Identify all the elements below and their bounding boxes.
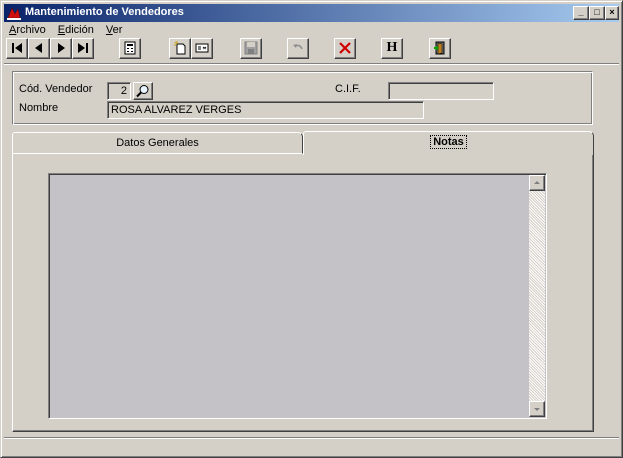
first-record-icon [12, 43, 22, 53]
first-record-button[interactable] [6, 38, 28, 59]
menu-ver[interactable]: Ver [102, 23, 128, 37]
scroll-up-button[interactable] [529, 175, 545, 191]
title-bar[interactable]: Mantenimiento de Vendedores _ □ × [4, 4, 619, 22]
cif-field[interactable] [388, 82, 494, 100]
edit-record-icon [195, 43, 209, 53]
save-icon [244, 41, 258, 55]
next-record-icon [58, 43, 65, 53]
bottom-separator [4, 437, 619, 439]
undo-icon [293, 44, 303, 50]
nombre-field[interactable]: ROSA ALVAREZ VERGES [107, 101, 424, 119]
new-record-button[interactable] [169, 38, 191, 59]
menu-edicion[interactable]: Edición [54, 23, 99, 37]
cod-vendedor-field[interactable]: 2 [107, 82, 131, 100]
close-icon: × [609, 7, 615, 17]
menu-archivo[interactable]: Archivo [5, 23, 51, 37]
nombre-value: ROSA ALVAREZ VERGES [111, 104, 242, 116]
save-button[interactable] [240, 38, 262, 59]
edit-record-button[interactable] [191, 38, 213, 59]
calculator-icon [124, 41, 136, 55]
calculator-button[interactable] [119, 38, 141, 59]
notes-scrollbar[interactable] [529, 175, 545, 417]
last-record-icon [78, 43, 88, 53]
cod-vendedor-value: 2 [120, 85, 127, 97]
cod-vendedor-label: Cód. Vendedor [19, 83, 93, 95]
arrow-down-icon [534, 408, 540, 411]
close-button[interactable]: × [605, 6, 619, 20]
app-window: Mantenimiento de Vendedores _ □ × Archiv… [0, 0, 623, 458]
tab-notas-label: Notas [430, 135, 467, 149]
nombre-label: Nombre [19, 102, 59, 114]
maximize-icon: □ [594, 7, 600, 17]
app-icon [7, 7, 21, 20]
delete-icon [339, 42, 351, 54]
arrow-up-icon [534, 181, 540, 184]
toolbar-separator [4, 63, 619, 65]
next-record-button[interactable] [50, 38, 72, 59]
undo-button[interactable] [287, 38, 309, 59]
minimize-icon: _ [578, 7, 584, 17]
tab-datos-generales[interactable]: Datos Generales [12, 132, 303, 154]
exit-button[interactable] [429, 38, 451, 59]
new-record-icon [174, 41, 186, 55]
delete-button[interactable] [334, 38, 356, 59]
magnifier-icon [136, 85, 149, 98]
window-title: Mantenimiento de Vendedores [25, 6, 184, 18]
previous-record-icon [35, 43, 42, 53]
minimize-button[interactable]: _ [573, 6, 589, 20]
previous-record-button[interactable] [28, 38, 50, 59]
scroll-down-button[interactable] [529, 401, 545, 417]
exit-icon [434, 41, 445, 55]
lookup-button[interactable] [133, 82, 153, 100]
last-record-button[interactable] [72, 38, 94, 59]
history-icon: H [386, 40, 398, 55]
vendor-header-group: Cód. Vendedor 2 C.I.F. Nombre ROSA ALVAR… [12, 71, 593, 125]
maximize-button[interactable]: □ [589, 6, 605, 20]
notes-textarea[interactable] [48, 173, 547, 419]
tab-notas[interactable]: Notas [303, 131, 594, 155]
toolbar: H [5, 37, 617, 61]
tab-datos-generales-label: Datos Generales [116, 137, 199, 149]
history-button[interactable]: H [381, 38, 403, 59]
cif-label: C.I.F. [335, 83, 361, 95]
